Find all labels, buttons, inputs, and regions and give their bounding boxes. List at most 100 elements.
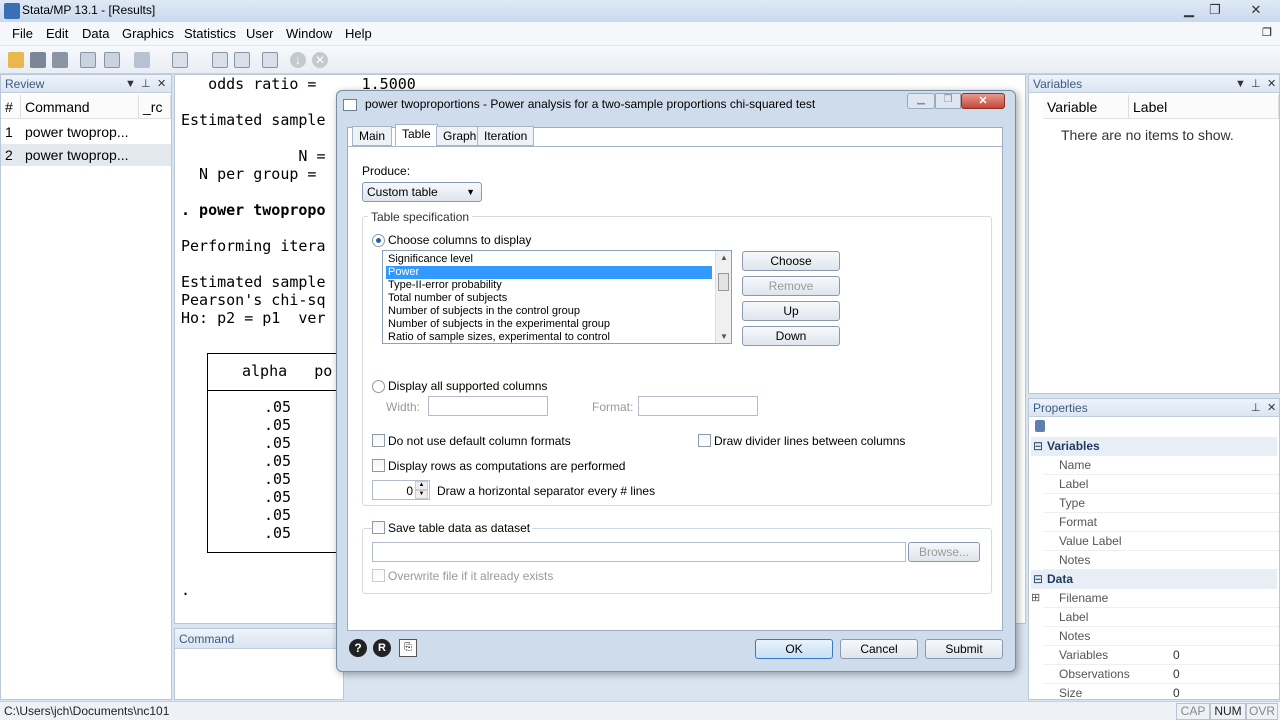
open-icon[interactable] <box>8 52 24 68</box>
list-item[interactable]: Significance level <box>386 253 712 266</box>
property-row[interactable]: Observations 0 <box>1043 665 1279 684</box>
scroll-up-icon[interactable]: ▲ <box>716 253 731 262</box>
spin-down-icon[interactable]: ▼ <box>415 490 428 499</box>
display-all-radio[interactable] <box>372 380 385 393</box>
scroll-down-icon[interactable]: ▼ <box>716 332 731 341</box>
property-row[interactable]: ⊞ Filename <box>1031 589 1279 608</box>
tab-iteration[interactable]: Iteration <box>477 126 535 146</box>
minimize-button[interactable]: ▁ <box>907 93 935 109</box>
cancel-button[interactable]: Cancel <box>840 639 918 659</box>
restore-icon[interactable]: ❐ <box>1262 26 1272 39</box>
viewer-icon[interactable] <box>104 52 120 68</box>
save-filename-input[interactable] <box>372 542 906 562</box>
list-item[interactable]: Number of subjects in the control group <box>386 305 712 318</box>
separator-spinner[interactable]: 0 ▲ ▼ <box>372 480 430 500</box>
list-item[interactable]: Ratio of sample sizes, experimental to c… <box>386 331 712 343</box>
col-variable[interactable]: Variable <box>1043 95 1129 119</box>
save-icon[interactable] <box>30 52 46 68</box>
command-panel[interactable]: Command <box>174 628 344 700</box>
down-button[interactable]: Down <box>742 326 840 346</box>
property-row[interactable]: Label <box>1043 475 1279 494</box>
format-input[interactable] <box>638 396 758 416</box>
filter-icon[interactable]: ▼ <box>1235 75 1246 93</box>
property-row[interactable]: Label <box>1043 608 1279 627</box>
menu-graphics[interactable]: Graphics <box>122 26 174 41</box>
close-panel-icon[interactable]: ✕ <box>1267 75 1276 93</box>
maximize-button[interactable]: ❐ <box>935 93 961 109</box>
lock-icon[interactable] <box>1035 420 1045 432</box>
choose-columns-radio[interactable] <box>372 234 385 247</box>
maximize-button[interactable]: ❐ <box>1202 0 1228 20</box>
ok-button[interactable]: OK <box>755 639 833 659</box>
pin-icon[interactable]: ⊥ <box>1251 399 1261 417</box>
col-number[interactable]: # <box>1 95 21 119</box>
no-default-formats-checkbox[interactable] <box>372 434 385 447</box>
spin-up-icon[interactable]: ▲ <box>415 481 428 490</box>
col-label[interactable]: Label <box>1129 95 1279 119</box>
collapse-icon[interactable]: ⊟ <box>1033 570 1043 589</box>
do-file-editor-icon[interactable] <box>172 52 188 68</box>
break-icon[interactable]: ✕ <box>312 52 328 68</box>
submit-button[interactable]: Submit <box>925 639 1003 659</box>
menu-user[interactable]: User <box>246 26 273 41</box>
close-panel-icon[interactable]: ✕ <box>1267 399 1276 417</box>
graph-icon[interactable] <box>134 52 150 68</box>
col-rc[interactable]: _rc <box>139 95 171 119</box>
collapse-icon[interactable]: ⊟ <box>1033 437 1043 456</box>
property-row[interactable]: Format <box>1043 513 1279 532</box>
menu-help[interactable]: Help <box>345 26 372 41</box>
menu-file[interactable]: File <box>12 26 33 41</box>
produce-dropdown[interactable]: Custom table ▼ <box>362 182 482 202</box>
scroll-thumb[interactable] <box>718 273 729 291</box>
property-row[interactable]: Name <box>1043 456 1279 475</box>
pin-icon[interactable]: ⊥ <box>1251 75 1261 93</box>
more-icon[interactable]: ↓ <box>290 52 306 68</box>
menu-edit[interactable]: Edit <box>46 26 68 41</box>
width-input[interactable] <box>428 396 548 416</box>
data-editor-icon[interactable] <box>212 52 228 68</box>
tab-main[interactable]: Main <box>352 126 393 146</box>
list-item[interactable]: Power <box>386 266 712 279</box>
close-button[interactable]: ✕ <box>1240 0 1272 20</box>
close-panel-icon[interactable]: ✕ <box>157 75 166 93</box>
choose-button[interactable]: Choose <box>742 251 840 271</box>
menu-window[interactable]: Window <box>286 26 332 41</box>
overwrite-checkbox[interactable] <box>372 569 385 582</box>
property-row[interactable]: Value Label <box>1043 532 1279 551</box>
col-command[interactable]: Command <box>21 95 139 119</box>
variables-manager-icon[interactable] <box>262 52 278 68</box>
properties-section-data[interactable]: ⊟ Data <box>1031 570 1277 589</box>
property-row[interactable]: Type <box>1043 494 1279 513</box>
property-row[interactable]: Variables 0 <box>1043 646 1279 665</box>
save-table-checkbox[interactable] <box>372 521 385 534</box>
review-row[interactable]: 2 power twoprop... <box>1 144 171 166</box>
filter-icon[interactable]: ▼ <box>125 75 136 93</box>
property-row[interactable]: Notes <box>1043 627 1279 646</box>
browse-button[interactable]: Browse... <box>908 542 980 562</box>
remove-button[interactable]: Remove <box>742 276 840 296</box>
list-item[interactable]: Total number of subjects <box>386 292 712 305</box>
minimize-button[interactable]: ▁ <box>1176 0 1202 20</box>
list-item[interactable]: Type-II-error probability <box>386 279 712 292</box>
up-button[interactable]: Up <box>742 301 840 321</box>
copy-command-icon[interactable]: ⎘ <box>399 639 417 657</box>
tab-table[interactable]: Table <box>395 124 438 146</box>
display-rows-checkbox[interactable] <box>372 459 385 472</box>
data-browser-icon[interactable] <box>234 52 250 68</box>
log-icon[interactable] <box>80 52 96 68</box>
review-row[interactable]: 1 power twoprop... <box>1 121 171 143</box>
menu-data[interactable]: Data <box>82 26 109 41</box>
divider-lines-checkbox[interactable] <box>698 434 711 447</box>
properties-section-variables[interactable]: ⊟ Variables <box>1031 437 1277 456</box>
property-row[interactable]: Notes <box>1043 551 1279 570</box>
reset-icon[interactable]: R <box>373 639 391 657</box>
menu-statistics[interactable]: Statistics <box>184 26 236 41</box>
print-icon[interactable] <box>52 52 68 68</box>
list-item[interactable]: Number of subjects in the experimental g… <box>386 318 712 331</box>
columns-listbox[interactable]: Significance level Power Type-II-error p… <box>382 250 732 344</box>
help-icon[interactable]: ? <box>349 639 367 657</box>
dialog-close-button[interactable]: ✕ <box>961 93 1005 109</box>
expand-icon[interactable]: ⊞ <box>1031 589 1040 608</box>
pin-icon[interactable]: ⊥ <box>141 75 151 93</box>
list-scrollbar[interactable]: ▲ ▼ <box>715 251 731 343</box>
